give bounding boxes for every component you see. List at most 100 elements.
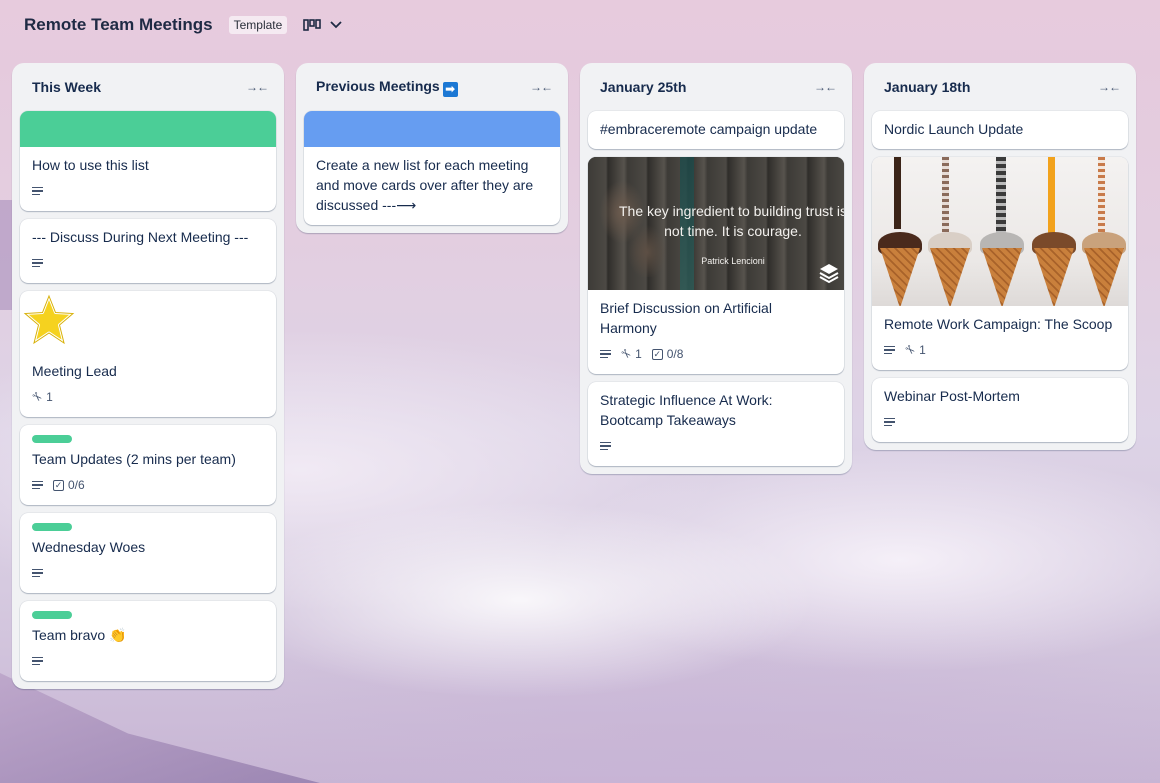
card-artificial-harmony[interactable]: The key ingredient to building trust is … bbox=[588, 157, 844, 374]
list-this-week: This Week →← How to use this list --- Di… bbox=[12, 63, 284, 689]
card-badges bbox=[32, 651, 264, 671]
attachments-badge: ✂ 1 bbox=[901, 341, 926, 359]
card-title: Create a new list for each meeting and m… bbox=[316, 157, 534, 213]
card-title: Meeting Lead bbox=[32, 363, 117, 379]
collapse-list-icon[interactable]: →← bbox=[246, 80, 269, 94]
image-detail bbox=[1048, 157, 1055, 235]
card-badges: ✂ 1 ✓ 0/8 bbox=[600, 344, 832, 364]
board-view-switcher[interactable] bbox=[303, 19, 343, 31]
card-nordic-launch[interactable]: Nordic Launch Update bbox=[872, 111, 1128, 149]
attachments-badge: ✂ 1 bbox=[617, 345, 642, 363]
card-sticker bbox=[20, 291, 276, 355]
attachment-count: 1 bbox=[46, 390, 53, 404]
paperclip-icon: ✂ bbox=[28, 388, 46, 406]
image-detail bbox=[996, 157, 1006, 241]
card-cover bbox=[304, 111, 560, 147]
image-detail bbox=[930, 248, 970, 306]
green-label[interactable] bbox=[32, 523, 72, 531]
collapse-list-icon[interactable]: →← bbox=[530, 80, 553, 94]
description-icon bbox=[32, 185, 43, 198]
description-icon bbox=[32, 257, 43, 270]
attachment-count: 1 bbox=[635, 347, 642, 361]
card-wednesday-woes[interactable]: Wednesday Woes bbox=[20, 513, 276, 593]
list-title[interactable]: This Week bbox=[32, 79, 101, 95]
list-header: Previous Meetings ➡ →← bbox=[304, 63, 560, 111]
attachment-count: 1 bbox=[919, 343, 926, 357]
checklist-badge: ✓ 0/8 bbox=[651, 347, 684, 361]
card-title: --- Discuss During Next Meeting --- bbox=[32, 229, 249, 245]
description-icon bbox=[600, 348, 611, 361]
green-label[interactable] bbox=[32, 435, 72, 443]
card-title: How to use this list bbox=[32, 157, 149, 173]
card-title: Remote Work Campaign: The Scoop bbox=[884, 316, 1113, 332]
paperclip-icon: ✂ bbox=[617, 345, 635, 363]
checklist-icon: ✓ bbox=[651, 348, 663, 360]
card-title: Team bravo 👏 bbox=[32, 627, 127, 643]
green-label[interactable] bbox=[32, 611, 72, 619]
star-icon bbox=[23, 294, 75, 345]
card-cover-image: The key ingredient to building trust is … bbox=[588, 157, 844, 290]
attachments-badge: ✂ 1 bbox=[28, 388, 53, 406]
description-icon bbox=[32, 567, 43, 580]
card-badges: ✂ 1 bbox=[28, 387, 264, 407]
card-title: Team Updates (2 mins per team) bbox=[32, 451, 236, 467]
list-header: January 18th →← bbox=[872, 63, 1128, 111]
card-badges bbox=[32, 181, 264, 201]
right-arrow-icon: ➡ bbox=[442, 81, 458, 97]
card-badges bbox=[32, 563, 264, 583]
board-view-icon bbox=[303, 19, 322, 31]
card-strategic-influence[interactable]: Strategic Influence At Work: Bootcamp Ta… bbox=[588, 382, 844, 466]
quote-text: The key ingredient to building trust is … bbox=[618, 203, 844, 239]
ice-cream-cones-image bbox=[872, 157, 1128, 306]
card-embraceremote[interactable]: #embraceremote campaign update bbox=[588, 111, 844, 149]
card-team-bravo[interactable]: Team bravo 👏 bbox=[20, 601, 276, 681]
card-title: Strategic Influence At Work: Bootcamp Ta… bbox=[600, 392, 773, 428]
card-discuss-next-meeting[interactable]: --- Discuss During Next Meeting --- bbox=[20, 219, 276, 283]
card-badges: ✓ 0/6 bbox=[32, 475, 264, 495]
list-previous-meetings: Previous Meetings ➡ →← Create a new list … bbox=[296, 63, 568, 233]
list-january-18th: January 18th →← Nordic Launch Update Rem bbox=[864, 63, 1136, 450]
paperclip-icon: ✂ bbox=[901, 341, 919, 359]
description-icon bbox=[884, 416, 895, 429]
collapse-list-icon[interactable]: →← bbox=[814, 80, 837, 94]
description-icon bbox=[600, 440, 611, 453]
card-webinar-post-mortem[interactable]: Webinar Post-Mortem bbox=[872, 378, 1128, 442]
card-remote-work-scoop[interactable]: Remote Work Campaign: The Scoop ✂ 1 bbox=[872, 157, 1128, 370]
list-title[interactable]: January 18th bbox=[884, 79, 970, 95]
card-how-to-use[interactable]: How to use this list bbox=[20, 111, 276, 211]
card-cover bbox=[20, 111, 276, 147]
description-icon bbox=[884, 344, 895, 357]
list-header: January 25th →← bbox=[588, 63, 844, 111]
card-create-new-list[interactable]: Create a new list for each meeting and m… bbox=[304, 111, 560, 225]
card-team-updates[interactable]: Team Updates (2 mins per team) ✓ 0/6 bbox=[20, 425, 276, 505]
board-header: Remote Team Meetings Template bbox=[0, 0, 1160, 50]
layers-icon bbox=[819, 264, 839, 284]
card-title: Wednesday Woes bbox=[32, 539, 146, 555]
background-mountain bbox=[0, 673, 320, 783]
card-title: Brief Discussion on Artificial Harmony bbox=[600, 300, 772, 336]
quote-author: Patrick Lencioni bbox=[701, 256, 765, 266]
card-title: #embraceremote campaign update bbox=[600, 121, 818, 137]
card-meeting-lead[interactable]: Meeting Lead ✂ 1 bbox=[20, 291, 276, 417]
image-detail bbox=[982, 248, 1022, 306]
image-detail bbox=[1098, 157, 1105, 237]
card-badges: ✂ 1 bbox=[884, 340, 1116, 360]
list-title[interactable]: Previous Meetings ➡ bbox=[316, 78, 458, 97]
image-detail bbox=[942, 157, 949, 237]
description-icon bbox=[32, 479, 43, 492]
list-title[interactable]: January 25th bbox=[600, 79, 686, 95]
image-detail bbox=[1084, 248, 1124, 306]
checklist-count: 0/8 bbox=[666, 347, 684, 361]
checklist-icon: ✓ bbox=[53, 479, 64, 491]
card-badges bbox=[884, 412, 1116, 432]
checklist-count: 0/6 bbox=[68, 478, 85, 492]
board-title[interactable]: Remote Team Meetings bbox=[24, 15, 213, 35]
collapse-list-icon[interactable]: →← bbox=[1098, 80, 1121, 94]
card-title: Webinar Post-Mortem bbox=[884, 388, 1020, 404]
list-header: This Week →← bbox=[20, 63, 276, 111]
card-badges bbox=[600, 436, 832, 456]
image-detail bbox=[880, 248, 920, 306]
list-january-25th: January 25th →← #embraceremote campaign … bbox=[580, 63, 852, 474]
image-detail bbox=[894, 157, 901, 229]
card-badges bbox=[32, 253, 264, 273]
